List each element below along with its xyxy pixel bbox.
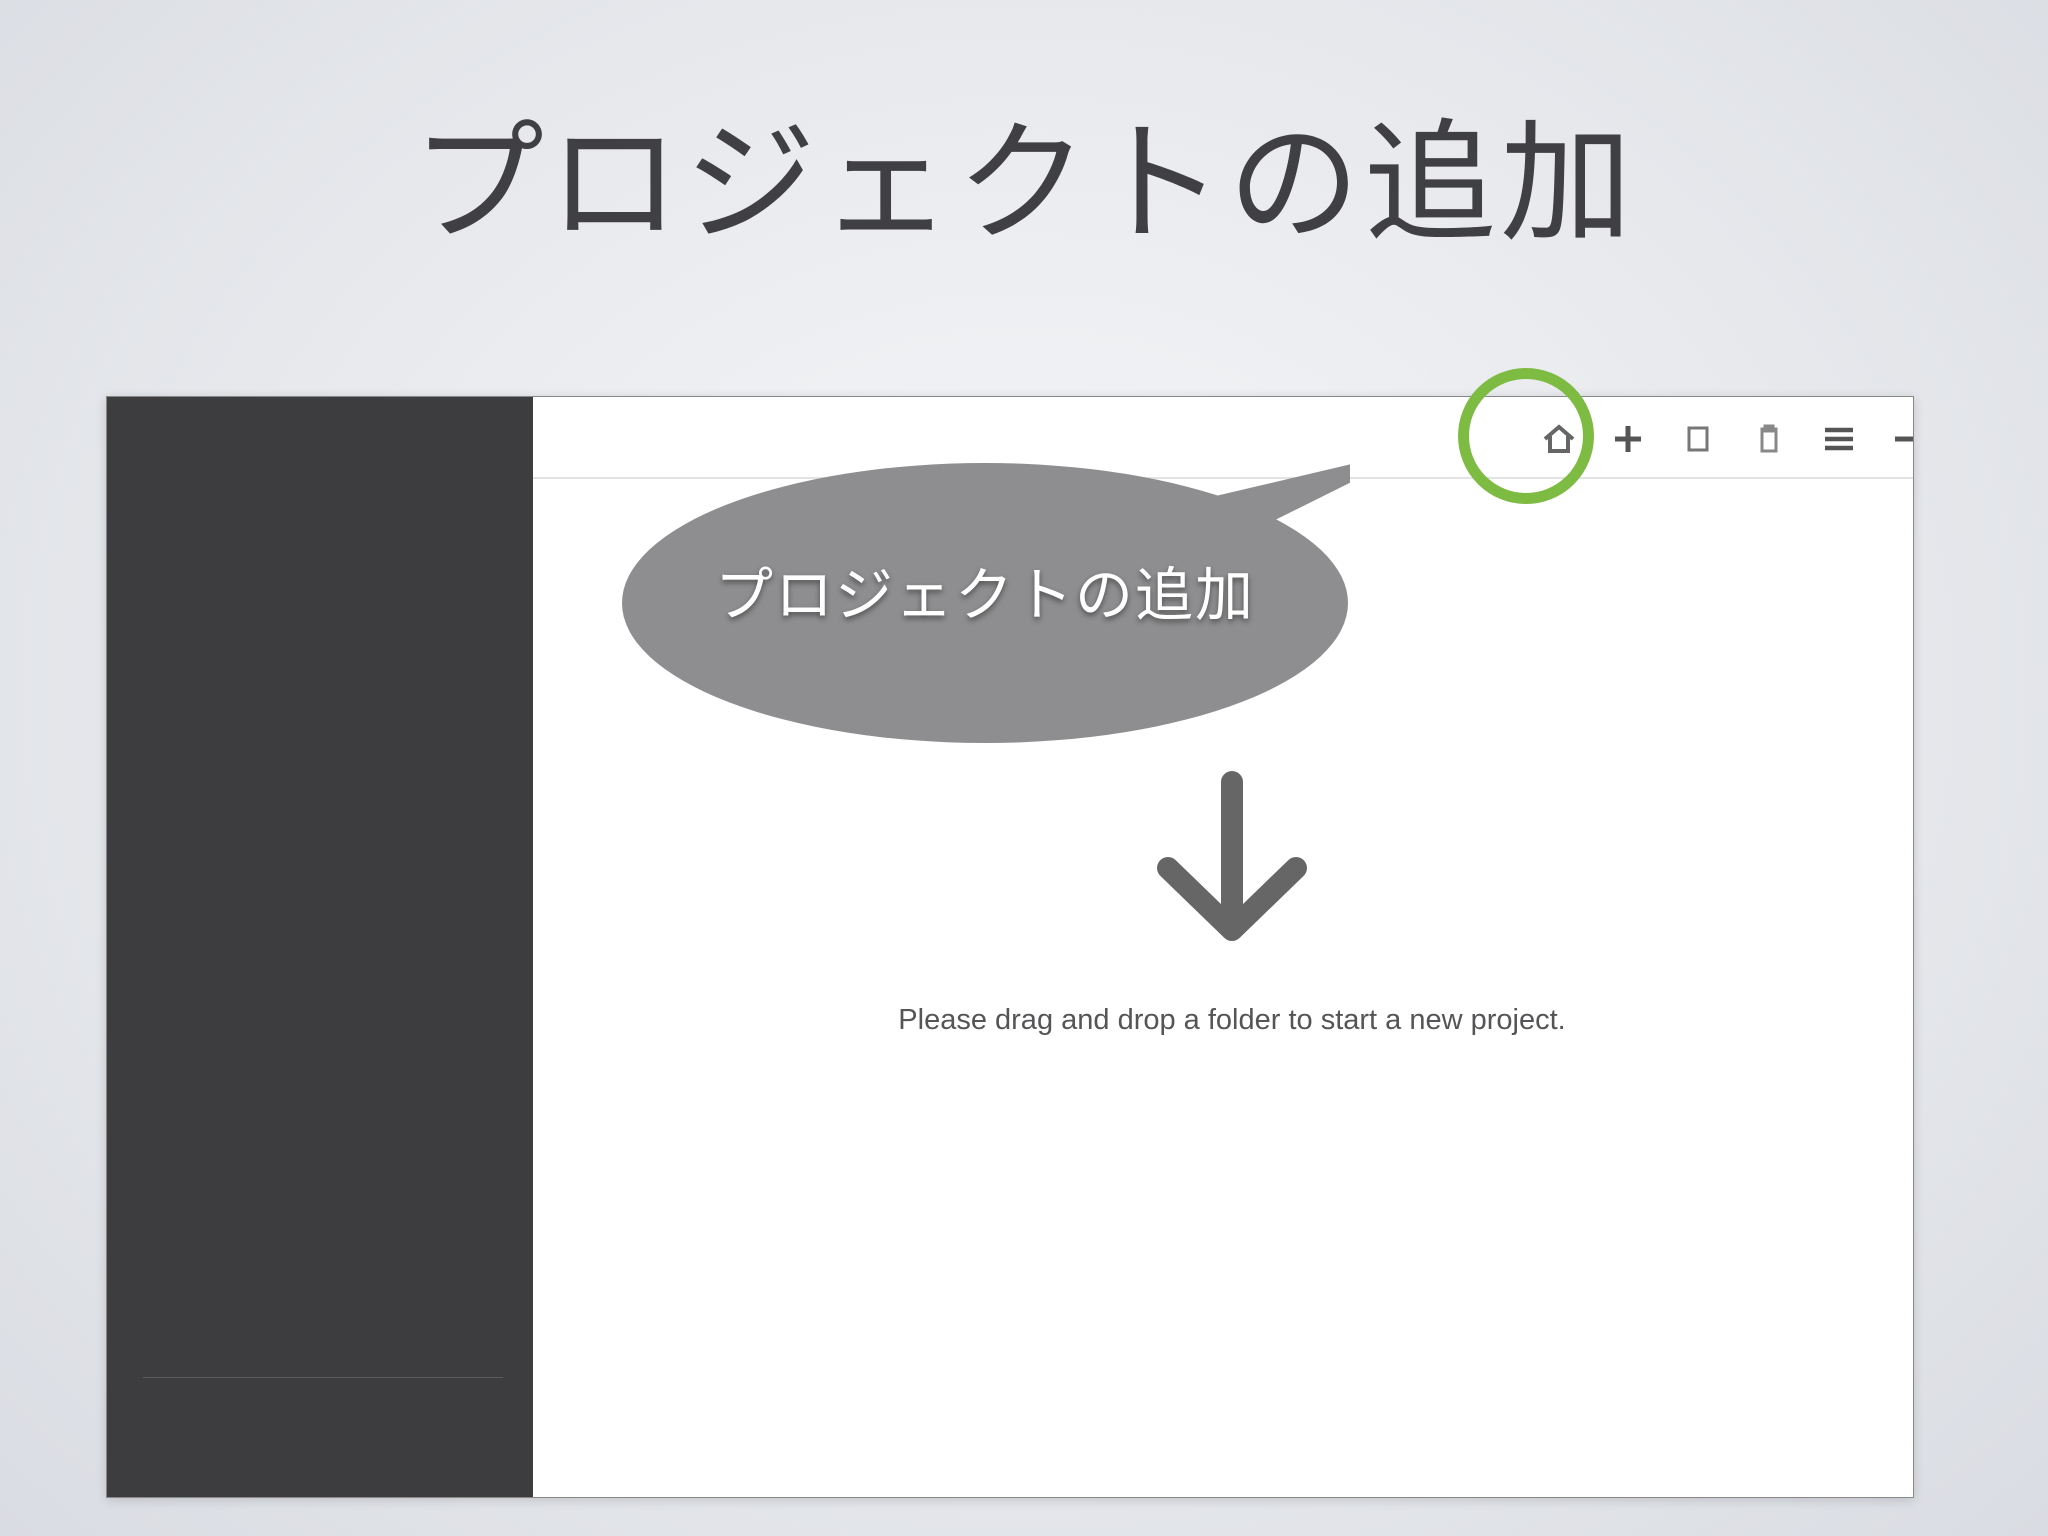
window-icon[interactable]	[1671, 411, 1727, 467]
home-icon[interactable]	[1531, 411, 1587, 467]
sidebar	[107, 397, 533, 1497]
drop-arrow-icon	[1157, 771, 1307, 941]
menu-icon[interactable]	[1811, 411, 1867, 467]
sidebar-divider	[143, 1377, 503, 1378]
clipboard-icon[interactable]	[1741, 411, 1797, 467]
slide-title: プロジェクトの追加	[412, 107, 1636, 261]
app-screenshot	[106, 396, 1914, 1498]
minimize-icon[interactable]	[1881, 411, 1913, 467]
toolbar	[533, 397, 1913, 479]
add-project-icon[interactable]	[1600, 411, 1656, 467]
drop-message: Please drag and drop a folder to start a…	[898, 1004, 1566, 1036]
